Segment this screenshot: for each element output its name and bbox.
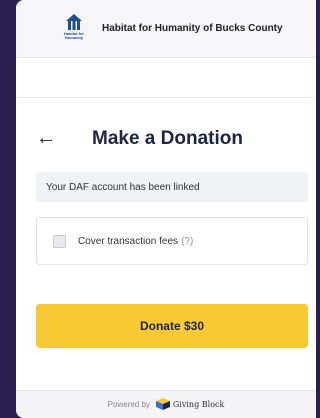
cover-fees-option[interactable]: Cover transaction fees (?) (36, 217, 308, 265)
giving-block-brand[interactable]: Giving Block (173, 400, 224, 409)
cover-fees-label: Cover transaction fees (78, 235, 179, 247)
giving-block-cube-icon (155, 397, 170, 412)
header: Habitat for Humanity Habitat for Humanit… (16, 0, 316, 58)
back-button[interactable]: ← (36, 126, 56, 150)
donate-button-label: Donate $30 (139, 319, 205, 333)
cover-fees-help-link[interactable]: (?) (181, 236, 193, 247)
cover-fees-checkbox[interactable] (53, 234, 66, 248)
daf-linked-notice: Your DAF account has been linked (36, 172, 308, 202)
page-title: Make a Donation (92, 128, 243, 149)
org-name: Habitat for Humanity of Bucks County (102, 23, 283, 34)
logo-text: Habitat for Humanity (64, 30, 84, 40)
donate-button[interactable]: Donate $30 (36, 304, 308, 348)
notice-text: Your DAF account has been linked (46, 181, 200, 193)
powered-by-text: Powered by (107, 400, 150, 409)
footer: Powered by Giving Block (16, 390, 316, 418)
subbar (16, 58, 316, 98)
habitat-logo: Habitat for Humanity (60, 12, 88, 46)
habitat-house-icon (66, 13, 82, 30)
donation-widget: Habitat for Humanity Habitat for Humanit… (16, 0, 316, 418)
